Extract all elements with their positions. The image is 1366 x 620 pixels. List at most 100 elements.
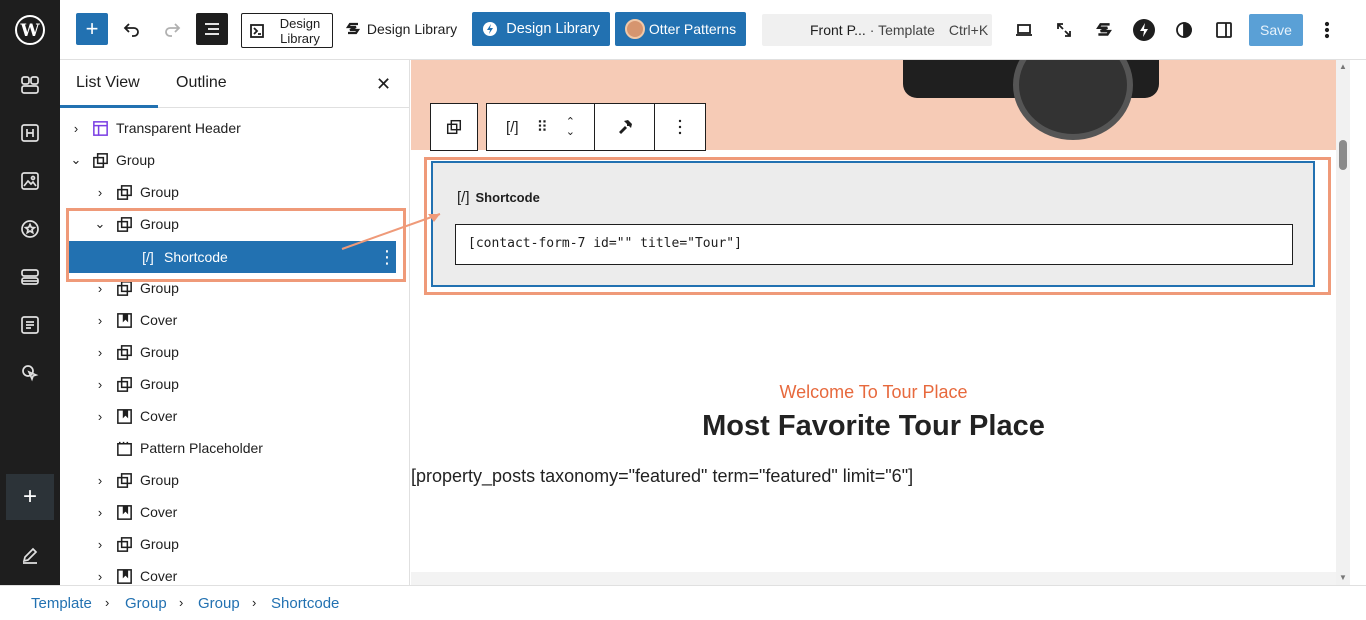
chevron-right-icon[interactable]: › — [92, 569, 108, 584]
list-item[interactable]: › Cover — [60, 496, 409, 528]
drag-handle-icon[interactable]: ⠿ — [537, 118, 548, 136]
star-badge-icon[interactable] — [0, 209, 60, 249]
move-up-down-icon[interactable]: ⌃ ⌄ — [566, 117, 575, 138]
design-library-button-outline[interactable]: Design Library — [241, 13, 333, 48]
document-list-icon[interactable] — [0, 305, 60, 345]
chevron-right-icon[interactable]: › — [92, 537, 108, 552]
block-parent-toolbar[interactable] — [430, 103, 478, 151]
callout-arrow — [341, 213, 441, 250]
cursor-click-icon[interactable] — [0, 353, 60, 393]
active-tab-indicator — [60, 105, 158, 108]
list-item[interactable]: › Group — [60, 368, 409, 400]
chevron-right-icon[interactable]: › — [92, 409, 108, 424]
chevron-right-icon[interactable]: › — [68, 121, 84, 136]
settings-sidebar-button[interactable] — [1208, 14, 1240, 46]
patterns-icon[interactable] — [0, 65, 60, 105]
otter-patterns-button[interactable]: Otter Patterns — [615, 12, 746, 46]
select-parent-button[interactable] — [431, 104, 477, 150]
breadcrumb-template[interactable]: Template — [31, 595, 92, 612]
shortcode-icon[interactable]: [/] — [506, 119, 519, 136]
close-panel-icon[interactable]: ✕ — [376, 74, 391, 95]
undo-icon — [123, 23, 139, 37]
sidebar-icon — [1216, 22, 1232, 38]
media-icon[interactable] — [0, 161, 60, 201]
list-item-label: Cover — [140, 568, 178, 584]
wordpress-logo-icon[interactable]: W — [0, 10, 60, 50]
document-overview-button[interactable] — [196, 13, 228, 45]
group-icon — [114, 182, 134, 202]
chevron-right-icon[interactable]: › — [92, 377, 108, 392]
list-item-label: Group — [140, 184, 179, 200]
chevron-down-icon[interactable]: ⌄ — [68, 152, 84, 168]
spectra-button[interactable] — [1128, 14, 1160, 46]
svg-text:W: W — [19, 21, 40, 41]
property-posts-shortcode[interactable]: [property_posts taxonomy="featured" term… — [411, 466, 913, 487]
group-icon — [114, 374, 134, 394]
redo-icon — [165, 23, 181, 37]
options-menu-button[interactable] — [1311, 14, 1343, 46]
editor-top-toolbar: + Design Library Design Library Design L… — [60, 0, 1366, 60]
list-item[interactable]: › Group — [60, 336, 409, 368]
scrollbar-thumb[interactable] — [1339, 140, 1347, 170]
heading-icon[interactable] — [0, 113, 60, 153]
chevron-right-icon[interactable]: › — [92, 185, 108, 200]
styles-button[interactable] — [1168, 14, 1200, 46]
undo-button[interactable] — [116, 13, 148, 45]
breadcrumb-group-2[interactable]: Group — [198, 595, 240, 612]
layout-rows-icon[interactable] — [0, 257, 60, 297]
breadcrumb-group[interactable]: Group — [125, 595, 167, 612]
chevron-right-icon[interactable]: › — [92, 281, 108, 296]
list-item[interactable]: › Cover — [60, 400, 409, 432]
list-item[interactable]: ⌄ Group — [60, 144, 409, 176]
redo-button[interactable] — [156, 13, 188, 45]
list-item-label: Transparent Header — [116, 120, 241, 136]
stackable-settings-button[interactable] — [1088, 14, 1120, 46]
list-item[interactable]: › Group — [60, 528, 409, 560]
list-item[interactable]: › Group — [60, 464, 409, 496]
block-toolbar[interactable]: [/] ⠿ ⌃ ⌄ — [486, 103, 706, 151]
pattern-placeholder-icon — [114, 438, 134, 458]
list-item-label: Cover — [140, 408, 178, 424]
chevron-right-icon[interactable]: › — [92, 505, 108, 520]
section-heading[interactable]: Most Favorite Tour Place — [411, 410, 1336, 443]
tab-list-view[interactable]: List View — [76, 74, 140, 92]
cover-icon — [114, 502, 134, 522]
command-type: · Template — [869, 22, 935, 38]
block-inserter-button[interactable]: + — [76, 13, 108, 45]
group-icon — [446, 119, 462, 135]
group-icon — [114, 342, 134, 362]
list-item-label: Group — [140, 536, 179, 552]
editor-canvas[interactable]: [/] ⠿ ⌃ ⌄ [/] Shortcode [contact-form-7 id… — [411, 60, 1336, 585]
tab-outline[interactable]: Outline — [176, 74, 227, 92]
chevron-right-icon[interactable]: › — [92, 345, 108, 360]
command-shortcut: Ctrl+K — [948, 22, 989, 38]
stackable-design-library-button[interactable]: Design Library — [340, 13, 462, 45]
device-preview-button[interactable] — [1008, 14, 1040, 46]
list-item[interactable]: Pattern Placeholder — [60, 432, 409, 464]
command-palette-bar[interactable]: Front P... · Template Ctrl+K — [762, 14, 992, 46]
block-more-options-button[interactable] — [655, 104, 705, 150]
design-library-label: Design Library — [279, 15, 321, 46]
canvas-scrollbar[interactable]: ▲ ▼ — [1336, 60, 1350, 585]
welcome-subtitle[interactable]: Welcome To Tour Place — [411, 382, 1336, 403]
save-button[interactable]: Save — [1249, 14, 1303, 46]
kebab-menu-icon — [678, 119, 682, 135]
design-library-icon — [250, 23, 264, 38]
blue-design-library-button[interactable]: Design Library — [472, 12, 610, 46]
list-item[interactable]: › Cover — [60, 304, 409, 336]
block-tools-button[interactable] — [595, 104, 655, 150]
breadcrumb-shortcode[interactable]: Shortcode — [271, 595, 339, 612]
list-item[interactable]: › Transparent Header — [60, 112, 409, 144]
chevron-right-icon[interactable]: › — [92, 473, 108, 488]
group-icon — [90, 150, 110, 170]
list-item-label: Pattern Placeholder — [140, 440, 263, 456]
list-item[interactable]: › Cover — [60, 560, 409, 585]
fullscreen-button[interactable] — [1048, 14, 1080, 46]
rail-add-button[interactable]: + — [6, 474, 54, 520]
pencil-icon[interactable] — [0, 535, 60, 575]
lightning-icon — [483, 22, 498, 36]
block-switcher[interactable]: [/] ⠿ ⌃ ⌄ — [487, 104, 595, 150]
group-icon — [114, 470, 134, 490]
breadcrumb-separator-icon: › — [252, 595, 257, 610]
chevron-right-icon[interactable]: › — [92, 313, 108, 328]
